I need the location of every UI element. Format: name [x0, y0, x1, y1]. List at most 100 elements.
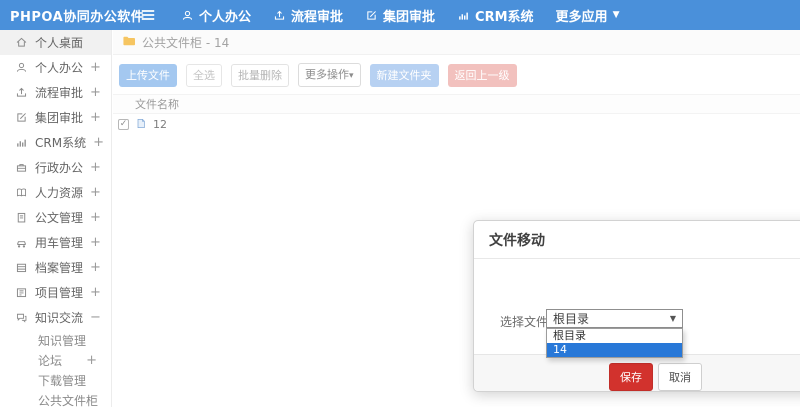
sidebar-item-label: 集团审批 — [35, 111, 84, 125]
top-navigation: 个人办公 流程审批 集团审批 CRM系统 更多应用 ▼ — [170, 6, 630, 25]
expand-plus-icon[interactable]: + — [90, 185, 101, 200]
row-checkbox[interactable]: ✓ — [118, 118, 129, 130]
topnav-label: 个人办公 — [199, 9, 252, 25]
chart-icon — [457, 9, 470, 22]
sidebar-subitem-public-file-cabinet[interactable]: 公共文件柜 — [0, 390, 111, 407]
select-all-button[interactable]: 全选 — [186, 63, 222, 87]
sidebar-item-group-approval[interactable]: 集团审批 + — [0, 105, 111, 130]
save-button[interactable]: 保存 — [609, 363, 653, 391]
topnav-workflow-approval[interactable]: 流程审批 — [273, 6, 343, 25]
hamburger-menu-icon[interactable] — [140, 8, 156, 22]
sidebar-item-archive-mgmt[interactable]: 档案管理 + — [0, 255, 111, 280]
document-icon — [15, 211, 28, 224]
sidebar-item-personal-desktop[interactable]: 个人桌面 — [0, 30, 111, 55]
sidebar-item-label: 知识交流 — [35, 311, 84, 325]
modal-title: 文件移动 — [474, 221, 800, 259]
sidebar-item-personal-office[interactable]: 个人办公 + — [0, 55, 111, 80]
topnav-more-apps[interactable]: 更多应用 ▼ — [556, 6, 620, 25]
sidebar-item-human-resources[interactable]: 人力资源 + — [0, 180, 111, 205]
folder-icon — [122, 35, 136, 50]
file-table-row[interactable]: ✓ 12 — [113, 114, 800, 134]
dropdown-option-root[interactable]: 根目录 — [547, 329, 682, 343]
cancel-button[interactable]: 取消 — [658, 363, 702, 391]
sidebar-item-label: 人力资源 — [35, 186, 84, 200]
sidebar-item-crm-system[interactable]: CRM系统 + — [0, 130, 111, 155]
expand-plus-icon[interactable]: + — [90, 110, 101, 125]
sidebar-item-label: 个人桌面 — [35, 36, 84, 50]
folder-select[interactable]: 根目录 ▼ — [546, 309, 683, 328]
user-icon — [15, 61, 28, 74]
more-actions-dropdown-button[interactable]: 更多操作▾ — [298, 63, 361, 87]
breadcrumb: 公共文件柜 - 14 — [113, 30, 800, 55]
topnav-group-approval[interactable]: 集团审批 — [365, 6, 435, 25]
go-back-button[interactable]: 返回上一级 — [447, 63, 517, 87]
sidebar-subitem-forum[interactable]: 论坛 + — [0, 350, 111, 370]
expand-plus-icon[interactable]: + — [86, 353, 97, 368]
app-logo: PHPOA协同办公软件 — [10, 9, 145, 25]
sidebar-subitem-knowledge-mgmt[interactable]: 知识管理 — [0, 330, 111, 350]
expand-plus-icon[interactable]: + — [90, 285, 101, 300]
sidebar-subitem-label: 论坛 — [38, 353, 63, 368]
app-window: PHPOA协同办公软件 个人办公 流程审批 集团审批 CRM系统 更多应用 ▼ … — [0, 0, 800, 407]
batch-delete-button[interactable]: 批量删除 — [231, 63, 289, 87]
sidebar-item-label: 项目管理 — [35, 286, 84, 300]
expand-plus-icon[interactable]: + — [90, 85, 101, 100]
upload-file-button[interactable]: 上传文件 — [119, 63, 177, 87]
topnav-label: 集团审批 — [383, 9, 436, 25]
expand-plus-icon[interactable]: + — [93, 135, 104, 150]
expand-plus-icon[interactable]: + — [90, 60, 101, 75]
topnav-personal-office[interactable]: 个人办公 — [181, 6, 251, 25]
sidebar-item-project-mgmt[interactable]: 项目管理 + — [0, 280, 111, 305]
sidebar-item-vehicle-mgmt[interactable]: 用车管理 + — [0, 230, 111, 255]
edit-icon — [365, 9, 378, 22]
sidebar: 个人桌面 个人办公 + 流程审批 + 集团审批 + CRM系统 + 行政办公 + — [0, 30, 112, 407]
modal-body: 选择文件夹 根目录 ▼ 根目录 14 — [474, 259, 800, 361]
expand-plus-icon[interactable]: + — [90, 160, 101, 175]
briefcase-icon — [15, 161, 28, 174]
topnav-crm-system[interactable]: CRM系统 — [457, 6, 534, 25]
caret-down-icon: ▾ — [349, 71, 354, 81]
sidebar-subitem-download-mgmt[interactable]: 下载管理 — [0, 370, 111, 390]
sidebar-item-label: 档案管理 — [35, 261, 84, 275]
topnav-label: 更多应用 — [555, 9, 608, 25]
expand-plus-icon[interactable]: + — [90, 235, 101, 250]
toolbar: 上传文件 全选 批量删除 更多操作▾ 新建文件夹 返回上一级 — [113, 55, 800, 94]
chat-icon — [15, 311, 28, 324]
file-table-header: 文件名称 — [113, 94, 800, 114]
breadcrumb-text: 公共文件柜 - 14 — [142, 35, 230, 50]
sidebar-item-document-mgmt[interactable]: 公文管理 + — [0, 205, 111, 230]
sidebar-subitem-label: 下载管理 — [38, 373, 87, 388]
sidebar-subitem-label: 公共文件柜 — [38, 393, 99, 407]
dropdown-option-14[interactable]: 14 — [547, 343, 682, 357]
upload-icon — [273, 9, 286, 22]
expand-plus-icon[interactable]: + — [90, 210, 101, 225]
sidebar-item-label: 公文管理 — [35, 211, 84, 225]
project-icon — [15, 286, 28, 299]
file-name: 12 — [153, 117, 167, 131]
archive-icon — [15, 261, 28, 274]
home-icon — [15, 36, 28, 49]
sidebar-item-label: 个人办公 — [35, 61, 84, 75]
upload-icon — [15, 86, 28, 99]
collapse-minus-icon[interactable]: − — [90, 310, 101, 325]
expand-plus-icon[interactable]: + — [90, 260, 101, 275]
folder-select-value: 根目录 — [553, 312, 590, 326]
sidebar-subitem-label: 知识管理 — [38, 333, 87, 348]
book-icon — [15, 186, 28, 199]
topnav-label: 流程审批 — [291, 9, 344, 25]
car-icon — [15, 236, 28, 249]
file-move-modal: 文件移动 选择文件夹 根目录 ▼ 根目录 14 保存 取消 — [473, 220, 800, 392]
sidebar-item-admin-office[interactable]: 行政办公 + — [0, 155, 111, 180]
topnav-label: CRM系统 — [475, 9, 534, 25]
sidebar-item-label: 用车管理 — [35, 236, 84, 250]
sidebar-item-knowledge-exchange[interactable]: 知识交流 − — [0, 305, 111, 330]
folder-select-dropdown: 根目录 14 — [546, 328, 683, 358]
sidebar-item-label: CRM系统 — [35, 136, 87, 150]
new-folder-button[interactable]: 新建文件夹 — [369, 63, 439, 87]
edit-icon — [15, 111, 28, 124]
user-icon — [181, 9, 194, 22]
sidebar-item-workflow-approval[interactable]: 流程审批 + — [0, 80, 111, 105]
sidebar-item-label: 行政办公 — [35, 161, 84, 175]
file-icon — [135, 115, 147, 134]
caret-down-icon: ▼ — [669, 314, 676, 323]
